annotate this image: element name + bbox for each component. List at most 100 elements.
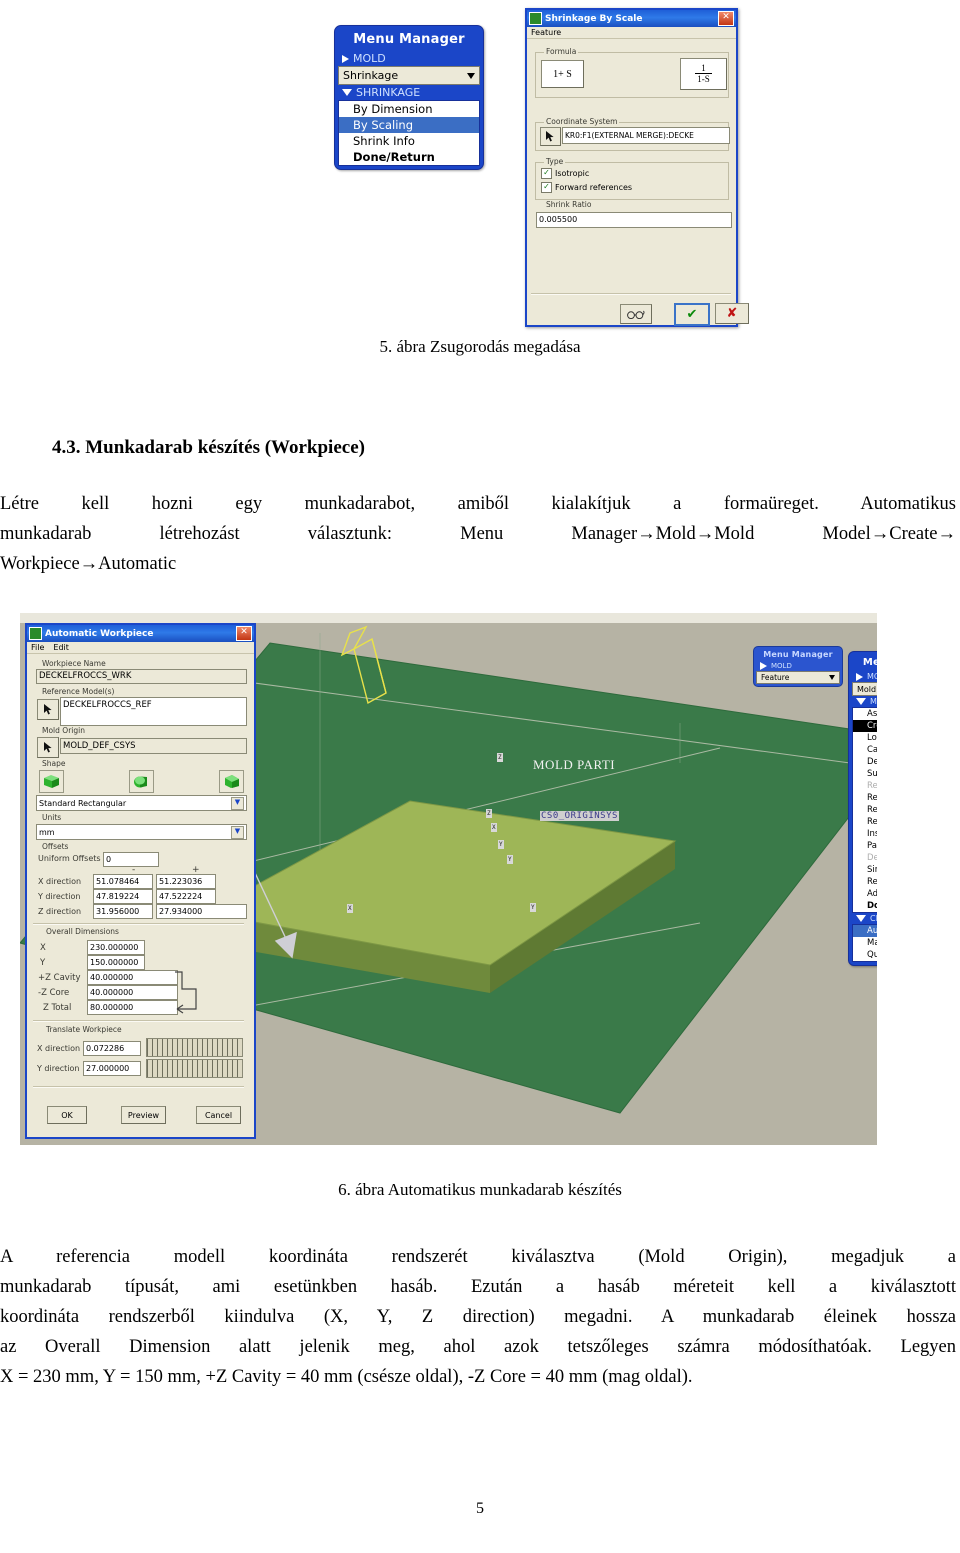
box-shape-icon[interactable] xyxy=(39,770,64,793)
shrink-ratio-field[interactable]: 0.005500 xyxy=(536,212,732,228)
menu-item-reorder[interactable]: Reorder xyxy=(853,816,880,828)
workpiece-name-field[interactable]: DECKELFROCCS_WRK xyxy=(36,669,247,684)
glasses-icon-button[interactable] xyxy=(620,304,652,324)
formula-denominator: 1-S xyxy=(697,74,710,84)
menu-big-section-mold-model[interactable]: MOLD MODEL xyxy=(852,696,880,707)
offset-row-z-label: Z direction xyxy=(38,907,82,916)
csys-name-label: CS0_ORIGINSYS xyxy=(540,811,619,821)
checkbox-forward-references[interactable]: ✓ Forward references xyxy=(541,182,632,193)
dialog-menubar[interactable]: Feature xyxy=(527,27,736,39)
menu-item-catalog[interactable]: Catalog xyxy=(853,744,880,756)
menu-item-locate-refpart[interactable]: Locate RefPart xyxy=(853,732,880,744)
offset-y-minus-field[interactable]: 47.819224 xyxy=(93,889,153,904)
mold-origin-pick-button[interactable] xyxy=(37,737,59,758)
menu-head-mold[interactable]: MOLD xyxy=(338,51,480,66)
menu-edit[interactable]: Edit xyxy=(53,643,69,652)
overall-dimensions-label: Overall Dimensions xyxy=(46,927,119,936)
formula-1plus-s-button[interactable]: 1+ S xyxy=(541,60,584,88)
menu-small-head-mold[interactable]: MOLD xyxy=(756,661,840,671)
menu-section-shrinkage[interactable]: SHRINKAGE xyxy=(338,85,480,100)
overall-x-field[interactable]: 230.000000 xyxy=(87,940,145,955)
menu-manager-mold-model[interactable]: Menu Manager MOLD Mold Model MOLD MODEL … xyxy=(848,651,880,966)
menu-item-insert-mode[interactable]: Insert Mode xyxy=(853,828,880,840)
menu-file[interactable]: File xyxy=(31,643,44,652)
shape-type-combo[interactable]: Standard Rectangular ▼ xyxy=(36,795,247,811)
close-icon[interactable]: ✕ xyxy=(236,626,252,641)
body-paragraph-line-3: koordináta rendszerből kiindulva (X, Y, … xyxy=(0,1306,956,1327)
menu-item-reroute[interactable]: Reroute xyxy=(853,804,880,816)
menu-item-reclassify[interactable]: Reclassify xyxy=(853,876,880,888)
menu-item-automatic[interactable]: Automatic xyxy=(853,925,880,937)
body-paragraph-line-2: munkadarab típusát, ami esetünkben hasáb… xyxy=(0,1276,956,1297)
overall-y-field[interactable]: 150.000000 xyxy=(87,955,145,970)
checkbox-isotropic[interactable]: ✓ Isotropic xyxy=(541,168,589,179)
chevron-down-icon xyxy=(829,675,835,680)
translate-x-label: X direction xyxy=(37,1044,81,1053)
menu-item-suppress[interactable]: Suppress xyxy=(853,768,880,780)
menu-item-adv-utils[interactable]: Adv Utils xyxy=(853,888,880,900)
viewport-right-white-strip xyxy=(877,613,880,1145)
ok-check-button[interactable]: ✔ xyxy=(674,303,710,326)
translate-x-field[interactable]: 0.072286 xyxy=(83,1041,141,1056)
ok-button[interactable]: OK xyxy=(47,1106,87,1124)
menu-small-combo-feature[interactable]: Feature xyxy=(756,671,840,684)
axis-label-y2: Y xyxy=(498,840,504,849)
menu-item-done-return[interactable]: Done/Return xyxy=(339,149,479,165)
menu-combo-shrinkage[interactable]: Shrinkage xyxy=(338,66,480,85)
shape-label: Shape xyxy=(42,759,66,768)
overall-z-core-field[interactable]: 40.000000 xyxy=(87,985,178,1000)
preview-button[interactable]: Preview xyxy=(121,1106,166,1124)
menu-manager-shrinkage[interactable]: Menu Manager MOLD Shrinkage SHRINKAGE By… xyxy=(334,25,484,170)
body-paragraph: A referencia modell koordináta rendszeré… xyxy=(0,1243,956,1393)
menu-item-assemble[interactable]: Assemble xyxy=(853,708,880,720)
coordsys-pick-button[interactable] xyxy=(540,127,561,146)
menu-item-delete[interactable]: Delete xyxy=(853,756,880,768)
menu-big-combo-mold-model[interactable]: Mold Model xyxy=(852,682,880,696)
cancel-x-button[interactable]: ✘ xyxy=(715,303,749,324)
figure-5-shrinkage: Menu Manager MOLD Shrinkage SHRINKAGE By… xyxy=(0,0,960,330)
section-paragraph-line-1: Létre kell hozni egy munkadarabot, amibő… xyxy=(0,494,956,514)
checkbox-forward-references-label: Forward references xyxy=(555,183,633,192)
overall-z-total-field[interactable]: 80.000000 xyxy=(87,1000,178,1015)
close-icon[interactable]: ✕ xyxy=(718,11,734,26)
menu-big-list2: Automatic Manual Quit xyxy=(852,924,880,962)
menu-item-quit[interactable]: Quit xyxy=(853,949,880,961)
cancel-button[interactable]: Cancel xyxy=(196,1106,241,1124)
reference-models-pick-button[interactable] xyxy=(37,699,59,720)
awp-menubar: File Edit xyxy=(27,642,254,654)
menu-item-manual[interactable]: Manual xyxy=(853,937,880,949)
offset-z-minus-field[interactable]: 31.956000 xyxy=(93,904,153,919)
translate-y-slider[interactable] xyxy=(146,1059,243,1078)
menu-item-by-scaling[interactable]: By Scaling xyxy=(339,117,479,133)
translate-y-field[interactable]: 27.000000 xyxy=(83,1061,141,1076)
formula-1-over-1-minus-s-button[interactable]: 1 1-S xyxy=(680,58,727,90)
menu-item-shrink-info[interactable]: Shrink Info xyxy=(339,133,479,149)
formula-group-label: Formula xyxy=(544,47,579,56)
mold-origin-field[interactable]: MOLD_DEF_CSYS xyxy=(60,738,247,754)
menu-item-simplfd-rep[interactable]: Simplfd Rep xyxy=(853,864,880,876)
uniform-offsets-field[interactable]: 0 xyxy=(103,852,159,867)
cylinder-shape-icon[interactable] xyxy=(129,770,154,793)
menu-item-by-dimension[interactable]: By Dimension xyxy=(339,101,479,117)
offset-y-plus-field[interactable]: 47.522224 xyxy=(156,889,216,904)
menu-item-done-return[interactable]: Done/Return xyxy=(853,900,880,912)
axis-label-y3: Y xyxy=(507,855,513,864)
custom-shape-icon[interactable] xyxy=(219,770,244,793)
menu-item-create[interactable]: Create xyxy=(853,720,880,732)
menu-manager-title: Menu Manager xyxy=(353,32,465,47)
menu-big-section-create-workpiece[interactable]: CREATE WORKPI xyxy=(852,913,880,924)
overall-z-cavity-field[interactable]: 40.000000 xyxy=(87,970,178,985)
reference-models-field[interactable]: DECKELFROCCS_REF xyxy=(60,697,247,726)
offset-x-minus-field[interactable]: 51.078464 xyxy=(93,874,153,889)
translate-x-slider[interactable] xyxy=(146,1038,243,1057)
menu-item-redefine[interactable]: Redefine xyxy=(853,792,880,804)
offset-x-plus-field[interactable]: 51.223036 xyxy=(156,874,216,889)
menu-manager-small[interactable]: Menu Manager MOLD Feature xyxy=(753,646,843,687)
coordsys-value-field[interactable]: KR0:F1(EXTERNAL MERGE):DECKE xyxy=(562,127,730,144)
menu-big-head-mold[interactable]: MOLD xyxy=(852,671,880,682)
reference-models-label: Reference Model(s) xyxy=(42,687,115,696)
offset-z-plus-field[interactable]: 27.934000 xyxy=(156,904,247,919)
menu-item-pattern[interactable]: Pattern xyxy=(853,840,880,852)
units-combo[interactable]: mm ▼ xyxy=(36,824,247,840)
app-icon xyxy=(529,12,542,25)
